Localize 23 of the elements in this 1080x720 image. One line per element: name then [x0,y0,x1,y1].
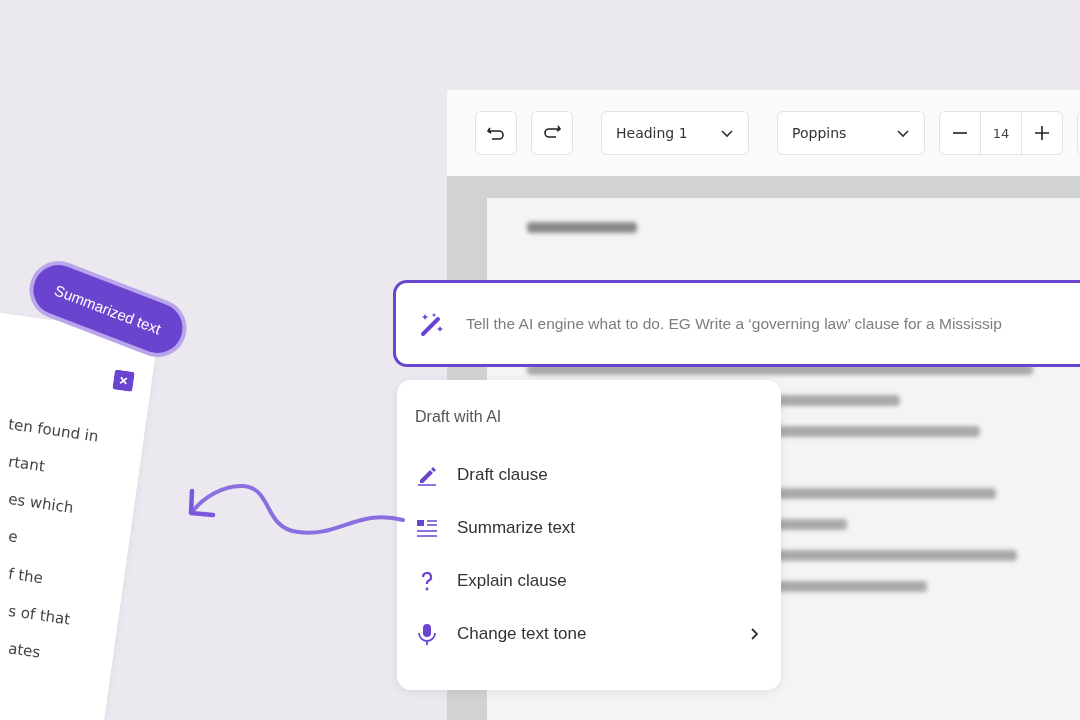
undo-icon [487,127,504,140]
summary-text: rtant [7,452,46,476]
plus-icon [1034,125,1050,141]
undo-button[interactable] [475,111,517,155]
menu-item[interactable]: Summarize text [415,501,763,554]
redo-button[interactable] [531,111,573,155]
menu-item[interactable]: Explain clause [415,554,763,607]
summary-text: f the [7,564,44,588]
close-icon[interactable] [112,369,135,392]
summary-text: ates [7,639,42,662]
summary-text: s of that [7,601,72,629]
redo-icon [544,125,561,138]
style-dropdown[interactable]: Heading 1 [601,111,749,155]
summary-text: es which [7,489,75,517]
menu-item[interactable]: Change text tone [415,607,763,660]
ai-prompt-input[interactable]: Tell the AI engine what to do. EG Write a ‘governing law’ clause for a Mississip [464,313,1080,334]
menu-title: Draft with AI [415,408,503,426]
summary-text: e [7,527,19,547]
menu-item[interactable]: Draft clause [415,448,763,501]
font-dropdown[interactable]: Poppins [777,111,925,155]
microphone-icon [415,621,439,646]
minus-icon [952,132,968,134]
summary-text: ten found in [7,415,100,446]
